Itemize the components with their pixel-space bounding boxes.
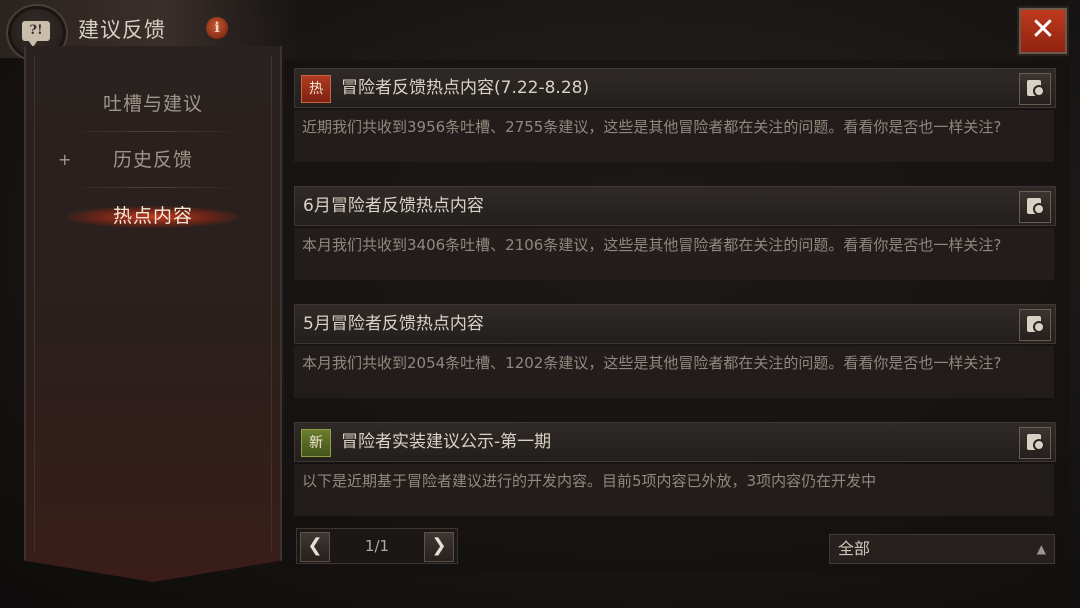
sidebar-item-complaints-suggestions[interactable]: 吐槽与建议 [26,76,280,132]
speech-bubble-icon: ?! [22,21,50,47]
feedback-card[interactable]: 6月冒险者反馈热点内容 本月我们共收到3406条吐槽、2106条建议，这些是其他… [294,186,1056,282]
page-indicator: 1/1 [364,537,390,555]
category-filter-dropdown[interactable]: 全部 ▲ [829,534,1055,564]
magnifier-icon [1033,85,1045,97]
pagination: ❮ 1/1 ❯ [296,528,458,564]
card-title: 冒险者反馈热点内容(7.22-8.28) [341,78,590,98]
hot-badge: 热 [301,75,331,103]
feedback-card[interactable]: 热 冒险者反馈热点内容(7.22-8.28) 近期我们共收到3956条吐槽、27… [294,68,1056,164]
card-title: 5月冒险者反馈热点内容 [303,314,484,334]
close-button[interactable]: ✕ [1019,8,1067,54]
next-page-button[interactable]: ❯ [424,532,454,562]
card-header: 热 冒险者反馈热点内容(7.22-8.28) [294,68,1056,108]
sidebar-item-history-feedback[interactable]: + 历史反馈 [26,132,280,188]
magnifier-icon [1033,321,1045,333]
card-description: 本月我们共收到3406条吐槽、2106条建议，这些是其他冒险者都在关注的问题。看… [294,228,1054,280]
feedback-card[interactable]: 5月冒险者反馈热点内容 本月我们共收到2054条吐槽、1202条建议，这些是其他… [294,304,1056,400]
view-details-button[interactable] [1019,73,1051,105]
card-description: 近期我们共收到3956条吐槽、2755条建议，这些是其他冒险者都在关注的问题。看… [294,110,1054,162]
expand-plus-icon[interactable]: + [58,132,72,188]
filter-selected-value: 全部 [838,539,871,558]
sidebar-item-label: 吐槽与建议 [102,93,203,115]
view-details-button[interactable] [1019,427,1051,459]
card-header: 5月冒险者反馈热点内容 [294,304,1056,344]
feedback-card[interactable]: 新 冒险者实装建议公示-第一期 以下是近期基于冒险者建议进行的开发内容。目前5项… [294,422,1056,518]
info-icon[interactable]: i [206,17,228,39]
card-description: 以下是近期基于冒险者建议进行的开发内容。目前5项内容已外放，3项内容仍在开发中 [294,464,1054,516]
card-header: 新 冒险者实装建议公示-第一期 [294,422,1056,462]
view-details-button[interactable] [1019,309,1051,341]
card-description: 本月我们共收到2054条吐槽、1202条建议，这些是其他冒险者都在关注的问题。看… [294,346,1054,398]
page-title: 建议反馈 [78,18,166,42]
dropdown-arrow-icon: ▲ [1036,542,1046,556]
magnifier-icon [1033,203,1045,215]
card-title: 6月冒险者反馈热点内容 [303,196,484,216]
prev-page-button[interactable]: ❮ [300,532,330,562]
new-badge: 新 [301,429,331,457]
sidebar-item-label: 历史反馈 [112,149,193,171]
card-title: 冒险者实装建议公示-第一期 [341,432,552,452]
sidebar-item-label: 热点内容 [112,205,193,227]
card-header: 6月冒险者反馈热点内容 [294,186,1056,226]
sidebar: 吐槽与建议 + 历史反馈 热点内容 [24,46,282,582]
sidebar-item-hot-content[interactable]: 热点内容 [26,188,280,244]
content-panel: 热 冒险者反馈热点内容(7.22-8.28) 近期我们共收到3956条吐槽、27… [284,60,1070,572]
view-details-button[interactable] [1019,191,1051,223]
magnifier-icon [1033,439,1045,451]
